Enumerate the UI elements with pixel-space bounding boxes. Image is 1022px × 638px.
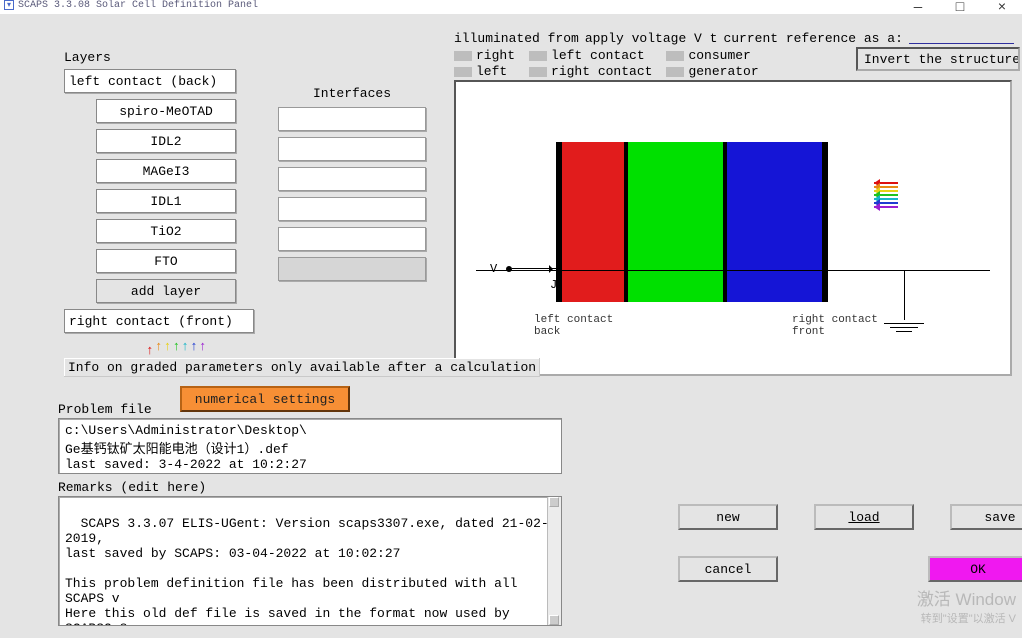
layer-button[interactable]: spiro-MeOTAD <box>96 99 236 123</box>
layer-button[interactable]: TiO2 <box>96 219 236 243</box>
layers-header: Layers <box>64 50 254 65</box>
layer-button[interactable]: IDL2 <box>96 129 236 153</box>
opt-ref-generator[interactable]: generator <box>666 64 758 79</box>
remarks-label: Remarks (edit here) <box>58 480 206 495</box>
opt-ref-consumer[interactable]: consumer <box>666 48 758 63</box>
diagram-right-label: right contact <box>792 314 878 326</box>
header-line <box>909 31 1014 44</box>
illuminated-label: illuminated from <box>454 31 579 46</box>
close-icon[interactable]: × <box>990 0 1014 16</box>
diagram-back-label: back <box>534 326 613 338</box>
cancel-button[interactable]: cancel <box>678 556 778 582</box>
interface-slot[interactable] <box>278 167 426 191</box>
opt-volt-right[interactable]: right contact <box>529 64 652 79</box>
interface-slot[interactable] <box>278 197 426 221</box>
opt-volt-left[interactable]: left contact <box>529 48 652 63</box>
voltage-label: V <box>490 262 497 276</box>
rainbow-arrows-icon: ↑ ↑↑ ↑↑ ↑↑ <box>146 339 254 358</box>
invert-structure-button[interactable]: Invert the structure <box>856 47 1020 71</box>
opt-illum-left[interactable]: left <box>454 64 515 79</box>
minimize-icon[interactable]: — <box>906 0 930 16</box>
ok-button[interactable]: OK <box>928 556 1022 582</box>
interface-slot[interactable] <box>278 107 426 131</box>
save-button[interactable]: save <box>950 504 1022 530</box>
ground-icon <box>884 270 924 332</box>
interface-slot[interactable] <box>278 257 426 281</box>
opt-illum-right[interactable]: right <box>454 48 515 63</box>
new-button[interactable]: new <box>678 504 778 530</box>
diagram-left-label: left contact <box>534 314 613 326</box>
layer-button[interactable]: FTO <box>96 249 236 273</box>
remarks-text: SCAPS 3.3.07 ELIS-UGent: Version scaps33… <box>65 516 549 626</box>
currentref-label: current reference as a: <box>723 31 902 46</box>
scrollbar[interactable] <box>547 497 561 625</box>
layer-button[interactable]: MAGeI3 <box>96 159 236 183</box>
numerical-settings-button[interactable]: numerical settings <box>180 386 350 412</box>
load-button[interactable]: load <box>814 504 914 530</box>
light-arrows-icon <box>874 182 898 208</box>
interfaces-header: Interfaces <box>278 86 426 101</box>
problem-file-box: c:\Users\Administrator\Desktop\ Ge基钙钛矿太阳… <box>58 418 562 474</box>
remarks-textarea[interactable]: SCAPS 3.3.07 ELIS-UGent: Version scaps33… <box>58 496 562 626</box>
interface-slot[interactable] <box>278 227 426 251</box>
voltage-label: apply voltage V t <box>585 31 718 46</box>
interface-slot[interactable] <box>278 137 426 161</box>
problem-file-label: Problem file <box>58 402 152 417</box>
info-message: Info on graded parameters only available… <box>64 358 540 377</box>
app-icon: ▾ <box>4 0 14 10</box>
diagram-front-label: front <box>792 326 878 338</box>
layer-button[interactable]: IDL1 <box>96 189 236 213</box>
windows-watermark: 激活 Window 转到"设置"以激活 V <box>917 585 1016 626</box>
add-layer-button[interactable]: add layer <box>96 279 236 303</box>
current-label: J <box>550 278 557 292</box>
window-title: SCAPS 3.3.08 Solar Cell Definition Panel <box>18 0 258 11</box>
right-contact-button[interactable]: right contact (front) <box>64 309 254 333</box>
maximize-icon[interactable]: □ <box>948 0 972 16</box>
window-titlebar: ▾ SCAPS 3.3.08 Solar Cell Definition Pan… <box>0 0 1022 14</box>
left-contact-button[interactable]: left contact (back) <box>64 69 236 93</box>
structure-diagram: V J left contact back right contact fron… <box>454 80 1012 376</box>
